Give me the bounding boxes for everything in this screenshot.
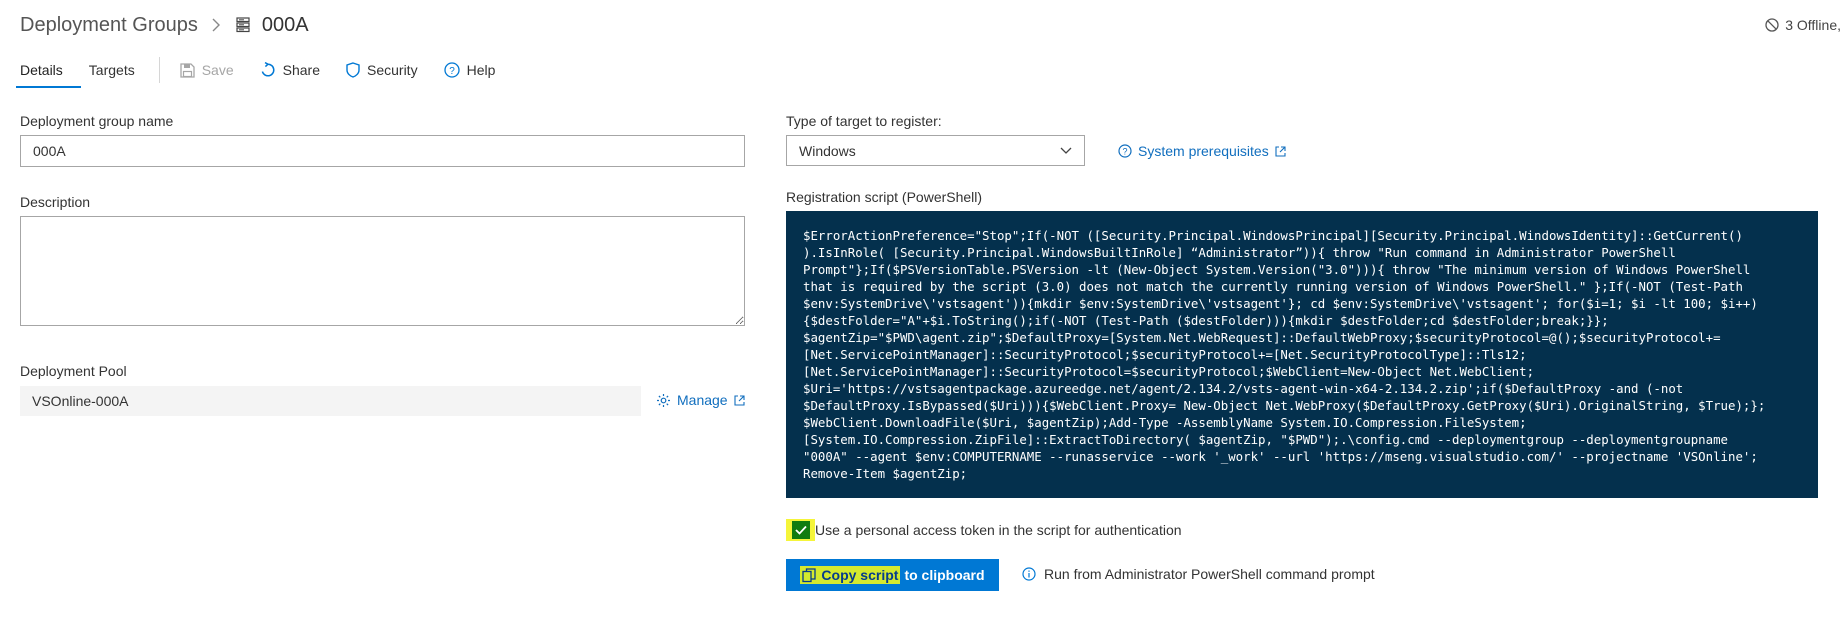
registration-script-label: Registration script (PowerShell) xyxy=(786,189,983,205)
chevron-down-icon xyxy=(1060,147,1072,155)
description-label: Description xyxy=(20,194,91,210)
copy-script-label: Copy script xyxy=(821,567,899,583)
help-label: Help xyxy=(466,62,496,78)
help-icon: ? xyxy=(443,62,460,78)
shield-icon xyxy=(346,62,360,78)
pat-checkbox-row: Use a personal access token in the scrip… xyxy=(786,519,1182,541)
share-label: Share xyxy=(282,62,320,78)
tab-details[interactable]: Details xyxy=(16,56,89,88)
copy-script-highlight: Copy script xyxy=(800,566,901,584)
info-icon xyxy=(1022,567,1036,581)
system-prerequisites-label: System prerequisites xyxy=(1138,143,1269,159)
deployment-pool-value: VSOnline-000A xyxy=(20,386,641,416)
deployment-pool-label: Deployment Pool xyxy=(20,363,127,379)
tab-targets[interactable]: Targets xyxy=(89,56,159,84)
toolbar: Details Targets Save Share Security ? He… xyxy=(16,56,521,88)
group-name-label: Deployment group name xyxy=(20,113,174,129)
pat-checkbox-highlight xyxy=(786,519,815,541)
deployment-pool-text: VSOnline-000A xyxy=(32,393,129,409)
target-type-value: Windows xyxy=(799,142,856,159)
registration-script[interactable]: $ErrorActionPreference="Stop";If(-NOT ([… xyxy=(786,211,1818,498)
save-icon xyxy=(180,62,195,78)
share-button[interactable]: Share xyxy=(260,62,320,78)
save-button[interactable]: Save xyxy=(180,62,234,78)
svg-text:?: ? xyxy=(449,66,455,77)
tab-targets-label: Targets xyxy=(88,62,135,78)
external-link-icon xyxy=(1275,145,1286,157)
run-hint: Run from Administrator PowerShell comman… xyxy=(1022,566,1375,582)
share-icon xyxy=(260,62,276,78)
tab-details-label: Details xyxy=(20,62,63,78)
description-textarea[interactable] xyxy=(20,216,745,326)
security-label: Security xyxy=(367,62,418,78)
blocked-icon xyxy=(1765,18,1779,32)
chevron-right-icon xyxy=(212,18,220,32)
toolbar-divider xyxy=(158,57,160,83)
target-type-dropdown[interactable]: Windows xyxy=(786,135,1085,166)
copy-icon xyxy=(802,567,817,583)
save-label: Save xyxy=(201,62,234,78)
system-prerequisites-link[interactable]: ? System prerequisites xyxy=(1118,143,1286,159)
help-icon: ? xyxy=(1118,144,1132,158)
offline-status[interactable]: 3 Offline, xyxy=(1765,17,1841,33)
pat-checkbox-label: Use a personal access token in the scrip… xyxy=(815,522,1182,538)
offline-status-text: 3 Offline, xyxy=(1785,17,1841,33)
target-type-label: Type of target to register: xyxy=(786,113,942,129)
copy-script-button[interactable]: Copy script to clipboard xyxy=(786,559,999,591)
server-icon xyxy=(236,17,250,33)
pat-checkbox[interactable] xyxy=(792,521,810,539)
manage-pool-link[interactable]: Manage xyxy=(656,392,745,408)
help-button[interactable]: ? Help xyxy=(443,62,496,78)
svg-text:?: ? xyxy=(1122,147,1127,157)
copy-to-clipboard-label: to clipboard xyxy=(904,567,985,583)
breadcrumb-deployment-groups[interactable]: Deployment Groups xyxy=(20,14,198,37)
manage-label: Manage xyxy=(677,392,728,408)
breadcrumb: Deployment Groups 000A xyxy=(20,12,309,38)
run-hint-text: Run from Administrator PowerShell comman… xyxy=(1044,566,1375,582)
security-button[interactable]: Security xyxy=(346,62,418,78)
current-group-title: 000A xyxy=(261,13,309,36)
group-name-input[interactable] xyxy=(20,135,745,167)
gear-icon xyxy=(656,393,671,408)
external-link-icon xyxy=(734,394,745,406)
